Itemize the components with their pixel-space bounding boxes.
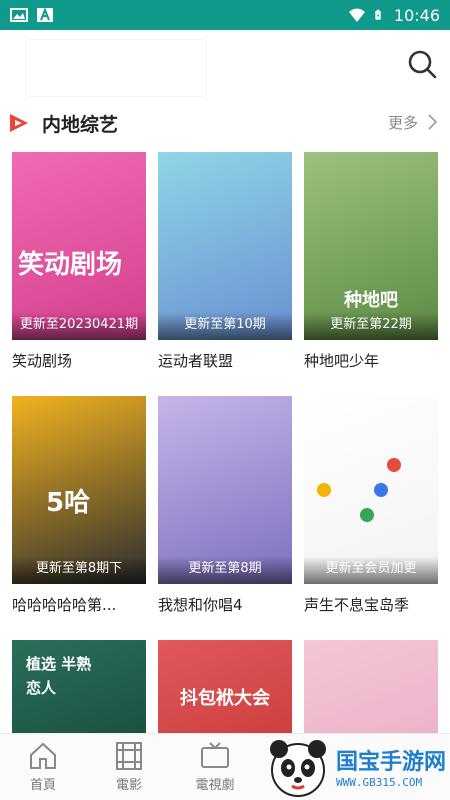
episode-label: 更新至第22期 <box>304 312 438 340</box>
section-header: 内地综艺 更多 <box>0 100 450 144</box>
poster-title: 种地吧 <box>344 290 398 311</box>
more-link[interactable]: 更多 <box>388 112 418 133</box>
watermark-brand: 国宝手游网 <box>336 750 447 775</box>
show-name: 运动者联盟 <box>158 352 234 370</box>
nav-home-label: 首頁 <box>29 778 56 793</box>
status-left <box>10 7 54 23</box>
search-icon[interactable] <box>406 48 438 80</box>
app-logo <box>26 40 206 96</box>
wifi-icon <box>348 8 365 22</box>
text-a-icon <box>37 7 53 22</box>
poster-title: 抖包袱大会 <box>180 688 270 709</box>
show-name: 哈哈哈哈哈第... <box>12 596 117 614</box>
home-icon <box>30 742 56 769</box>
episode-label: 更新至第8期 <box>158 556 292 584</box>
show-card[interactable]: 笑动剧场 更新至20230421期 笑动剧场 <box>12 152 146 371</box>
episode-label: 更新至第10期 <box>158 312 292 340</box>
tv-icon <box>201 742 229 768</box>
show-name: 种地吧少年 <box>304 352 380 370</box>
poster[interactable]: 5哈 更新至第8期下 <box>12 396 146 584</box>
play-triangle-icon <box>10 114 28 132</box>
show-card[interactable]: 5哈 更新至第8期下 哈哈哈哈哈第... <box>12 396 146 615</box>
episode-label: 更新至第8期下 <box>12 556 146 584</box>
nav-tv[interactable]: 電視劇 <box>172 734 258 800</box>
show-card[interactable]: 更新至会员加更 声生不息宝岛季 <box>304 396 438 615</box>
episode-label: 更新至20230421期 <box>12 312 146 340</box>
status-time: 10:46 <box>393 5 440 25</box>
poster[interactable]: 种地吧 更新至第22期 <box>304 152 438 340</box>
gallery-icon <box>10 8 28 22</box>
show-card[interactable]: 更新至第8期 我想和你唱4 <box>158 396 292 615</box>
film-icon <box>116 742 142 770</box>
panda-logo-icon <box>270 740 326 797</box>
app-header <box>0 30 450 98</box>
episode-label: 更新至会员加更 <box>304 556 438 584</box>
poster-title: 5哈 <box>46 488 91 518</box>
nav-tv-label: 電視劇 <box>195 778 235 793</box>
nav-home[interactable]: 首頁 <box>0 734 86 800</box>
poster-title: 笑动剧场 <box>18 250 123 280</box>
show-name: 我想和你唱4 <box>158 596 243 614</box>
poster[interactable]: 更新至会员加更 <box>304 396 438 584</box>
poster-title: 植选 半熟恋人 <box>26 655 92 697</box>
show-card[interactable]: 种地吧 更新至第22期 种地吧少年 <box>304 152 438 371</box>
show-name: 笑动剧场 <box>12 352 73 370</box>
show-name: 声生不息宝岛季 <box>304 596 410 614</box>
poster[interactable]: 更新至第10期 <box>158 152 292 340</box>
watermark: 国宝手游网 WWW.GB315.COM <box>262 736 450 800</box>
poster[interactable]: 笑动剧场 更新至20230421期 <box>12 152 146 340</box>
status-right: 10:46 <box>348 6 440 25</box>
watermark-url: WWW.GB315.COM <box>336 776 423 789</box>
battery-icon <box>375 9 381 20</box>
chevron-right-icon[interactable] <box>426 113 438 131</box>
section-title: 内地综艺 <box>42 114 119 136</box>
show-card[interactable]: 更新至第10期 运动者联盟 <box>158 152 292 371</box>
poster[interactable]: 更新至第8期 <box>158 396 292 584</box>
nav-movies[interactable]: 電影 <box>86 734 172 800</box>
status-bar: 10:46 <box>0 0 450 30</box>
nav-movies-label: 電影 <box>115 778 142 793</box>
